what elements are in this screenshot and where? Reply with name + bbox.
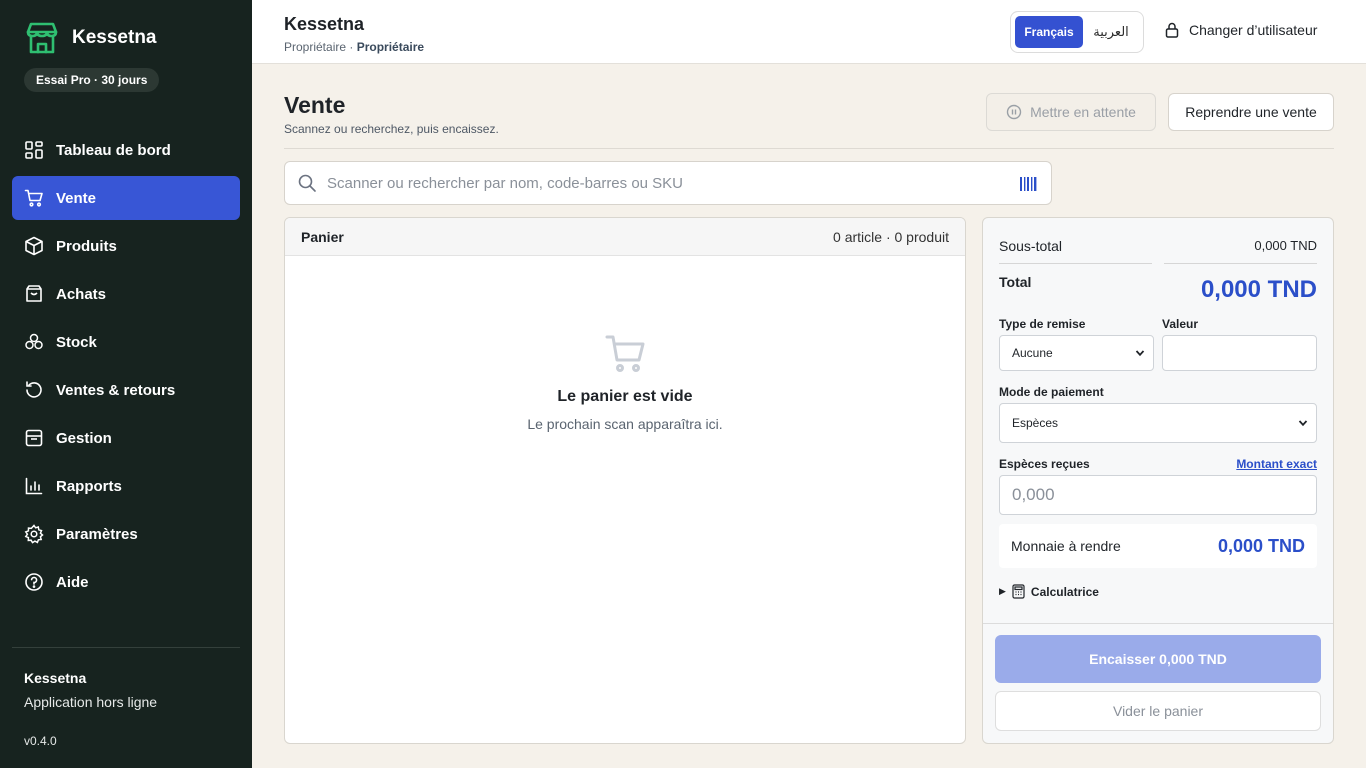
search-input[interactable] bbox=[327, 174, 1007, 192]
sidebar-item-dashboard[interactable]: Tableau de bord bbox=[12, 128, 240, 172]
sidebar-item-label: Gestion bbox=[56, 429, 112, 447]
sidebar-item-label: Tableau de bord bbox=[56, 141, 171, 159]
sidebar-item-management[interactable]: Gestion bbox=[12, 416, 240, 460]
chart-icon bbox=[24, 476, 44, 496]
divider bbox=[983, 623, 1333, 624]
top-header: Kessetna Propriétaire · Propriétaire Fra… bbox=[252, 0, 1366, 64]
divider bbox=[999, 263, 1152, 264]
search-icon bbox=[298, 174, 316, 192]
sidebar: Kessetna Essai Pro · 30 jours Tableau de… bbox=[0, 0, 252, 768]
store-logo-icon bbox=[26, 22, 58, 54]
sidebar-item-label: Rapports bbox=[56, 477, 122, 495]
sidebar-item-label: Aide bbox=[56, 573, 89, 591]
checkout-button[interactable]: Encaisser 0,000 TND bbox=[995, 635, 1321, 683]
change-due: Monnaie à rendre 0,000 TND bbox=[999, 524, 1317, 568]
sidebar-item-sales-returns[interactable]: Ventes & retours bbox=[12, 368, 240, 412]
empty-cart-subtitle: Le prochain scan apparaîtra ici. bbox=[527, 416, 723, 432]
calculator-toggle[interactable]: ▶ Calculatrice bbox=[999, 584, 1099, 599]
empty-cart-icon bbox=[605, 335, 645, 372]
pause-icon bbox=[1006, 104, 1022, 120]
caret-right-icon: ▶ bbox=[999, 586, 1006, 596]
help-icon bbox=[24, 572, 44, 592]
archive-icon bbox=[24, 428, 44, 448]
cart-header: Panier 0 article · 0 produit bbox=[285, 218, 965, 256]
language-switcher: Français العربية bbox=[1010, 11, 1144, 53]
gear-icon bbox=[24, 524, 44, 544]
sidebar-divider bbox=[12, 647, 240, 648]
change-value: 0,000 TND bbox=[1217, 536, 1305, 556]
app-name: Kessetna bbox=[72, 27, 157, 48]
cash-received-input[interactable] bbox=[999, 475, 1317, 515]
sidebar-item-label: Paramètres bbox=[56, 525, 138, 543]
lang-french-button[interactable]: Français bbox=[1015, 16, 1083, 48]
sidebar-item-label: Stock bbox=[56, 333, 97, 351]
shopping-bag-icon bbox=[24, 284, 44, 304]
calculator-icon bbox=[1012, 584, 1025, 599]
payment-mode-value: Espèces bbox=[1012, 416, 1059, 430]
footer-app-name: Kessetna bbox=[24, 670, 87, 686]
chevron-down-icon bbox=[1135, 350, 1145, 357]
change-label: Monnaie à rendre bbox=[1011, 538, 1121, 554]
sidebar-item-settings[interactable]: Paramètres bbox=[12, 512, 240, 556]
sidebar-item-label: Produits bbox=[56, 237, 117, 255]
chevron-down-icon bbox=[1298, 420, 1308, 427]
page-title: Vente bbox=[284, 92, 346, 118]
cash-received-label: Espèces reçues bbox=[999, 457, 1090, 471]
cart-panel: Panier 0 article · 0 produit Le panier e… bbox=[284, 217, 966, 744]
payment-mode-select[interactable]: Espèces bbox=[999, 403, 1317, 443]
dashboard-icon bbox=[24, 140, 44, 160]
footer-subtitle: Application hors ligne bbox=[24, 694, 158, 710]
sidebar-item-help[interactable]: Aide bbox=[12, 560, 240, 604]
sidebar-item-label: Achats bbox=[56, 285, 107, 303]
header-title: Kessetna bbox=[284, 14, 365, 34]
payment-mode-label: Mode de paiement bbox=[999, 385, 1104, 399]
app-version: v0.4.0 bbox=[24, 734, 57, 748]
switch-user-label: Changer d’utilisateur bbox=[1189, 22, 1318, 38]
switch-user-button[interactable]: Changer d’utilisateur bbox=[1164, 22, 1317, 38]
sidebar-item-sale[interactable]: Vente bbox=[12, 176, 240, 220]
divider bbox=[284, 148, 1334, 149]
box-icon bbox=[24, 236, 44, 256]
checkout-panel: Sous-total 0,000 TND Total 0,000 TND Typ… bbox=[982, 217, 1334, 744]
discount-value-input[interactable] bbox=[1162, 335, 1317, 371]
page-subtitle: Scannez ou recherchez, puis encaissez. bbox=[284, 122, 499, 136]
sidebar-item-label: Ventes & retours bbox=[56, 381, 176, 399]
role-prefix: Propriétaire · bbox=[284, 40, 357, 54]
subtotal-label: Sous-total bbox=[999, 238, 1063, 254]
total-value: 0,000 TND bbox=[1200, 276, 1317, 303]
discount-value-label: Valeur bbox=[1162, 317, 1199, 331]
empty-cart-title: Le panier est vide bbox=[557, 388, 693, 405]
total-label: Total bbox=[999, 274, 1032, 290]
subtotal-value: 0,000 TND bbox=[1254, 238, 1317, 253]
resume-sale-button[interactable]: Reprendre une vente bbox=[1168, 93, 1334, 131]
trial-badge: Essai Pro · 30 jours bbox=[24, 68, 160, 92]
clear-cart-button[interactable]: Vider le panier bbox=[995, 691, 1321, 731]
discount-type-value: Aucune bbox=[1012, 346, 1053, 360]
cart-count: 0 article · 0 produit bbox=[833, 228, 949, 245]
exact-amount-link[interactable]: Montant exact bbox=[1236, 457, 1317, 471]
history-icon bbox=[24, 380, 44, 400]
sidebar-item-products[interactable]: Produits bbox=[12, 224, 240, 268]
hold-sale-button[interactable]: Mettre en attente bbox=[986, 93, 1156, 131]
sidebar-item-stock[interactable]: Stock bbox=[12, 320, 240, 364]
lock-icon bbox=[1165, 22, 1179, 38]
sidebar-item-purchases[interactable]: Achats bbox=[12, 272, 240, 316]
cart-icon bbox=[24, 188, 44, 208]
hold-sale-label: Mettre en attente bbox=[1030, 104, 1136, 120]
brand[interactable]: Kessetna bbox=[24, 20, 157, 56]
role-name: Propriétaire bbox=[356, 40, 425, 54]
barcode-scan-icon[interactable] bbox=[1019, 175, 1039, 193]
sidebar-nav: Tableau de bord Vente Produits Achats St… bbox=[12, 128, 240, 608]
cart-title: Panier bbox=[301, 228, 344, 245]
discount-type-select[interactable]: Aucune bbox=[999, 335, 1154, 371]
header-user-role: Propriétaire · Propriétaire bbox=[284, 40, 424, 54]
sidebar-item-reports[interactable]: Rapports bbox=[12, 464, 240, 508]
product-search bbox=[284, 161, 1052, 205]
sidebar-item-label: Vente bbox=[56, 189, 97, 207]
divider bbox=[1164, 263, 1317, 264]
boxes-icon bbox=[24, 332, 44, 352]
discount-type-label: Type de remise bbox=[999, 317, 1086, 331]
calculator-label: Calculatrice bbox=[1030, 584, 1099, 599]
lang-arabic-button[interactable]: العربية bbox=[1083, 16, 1139, 48]
